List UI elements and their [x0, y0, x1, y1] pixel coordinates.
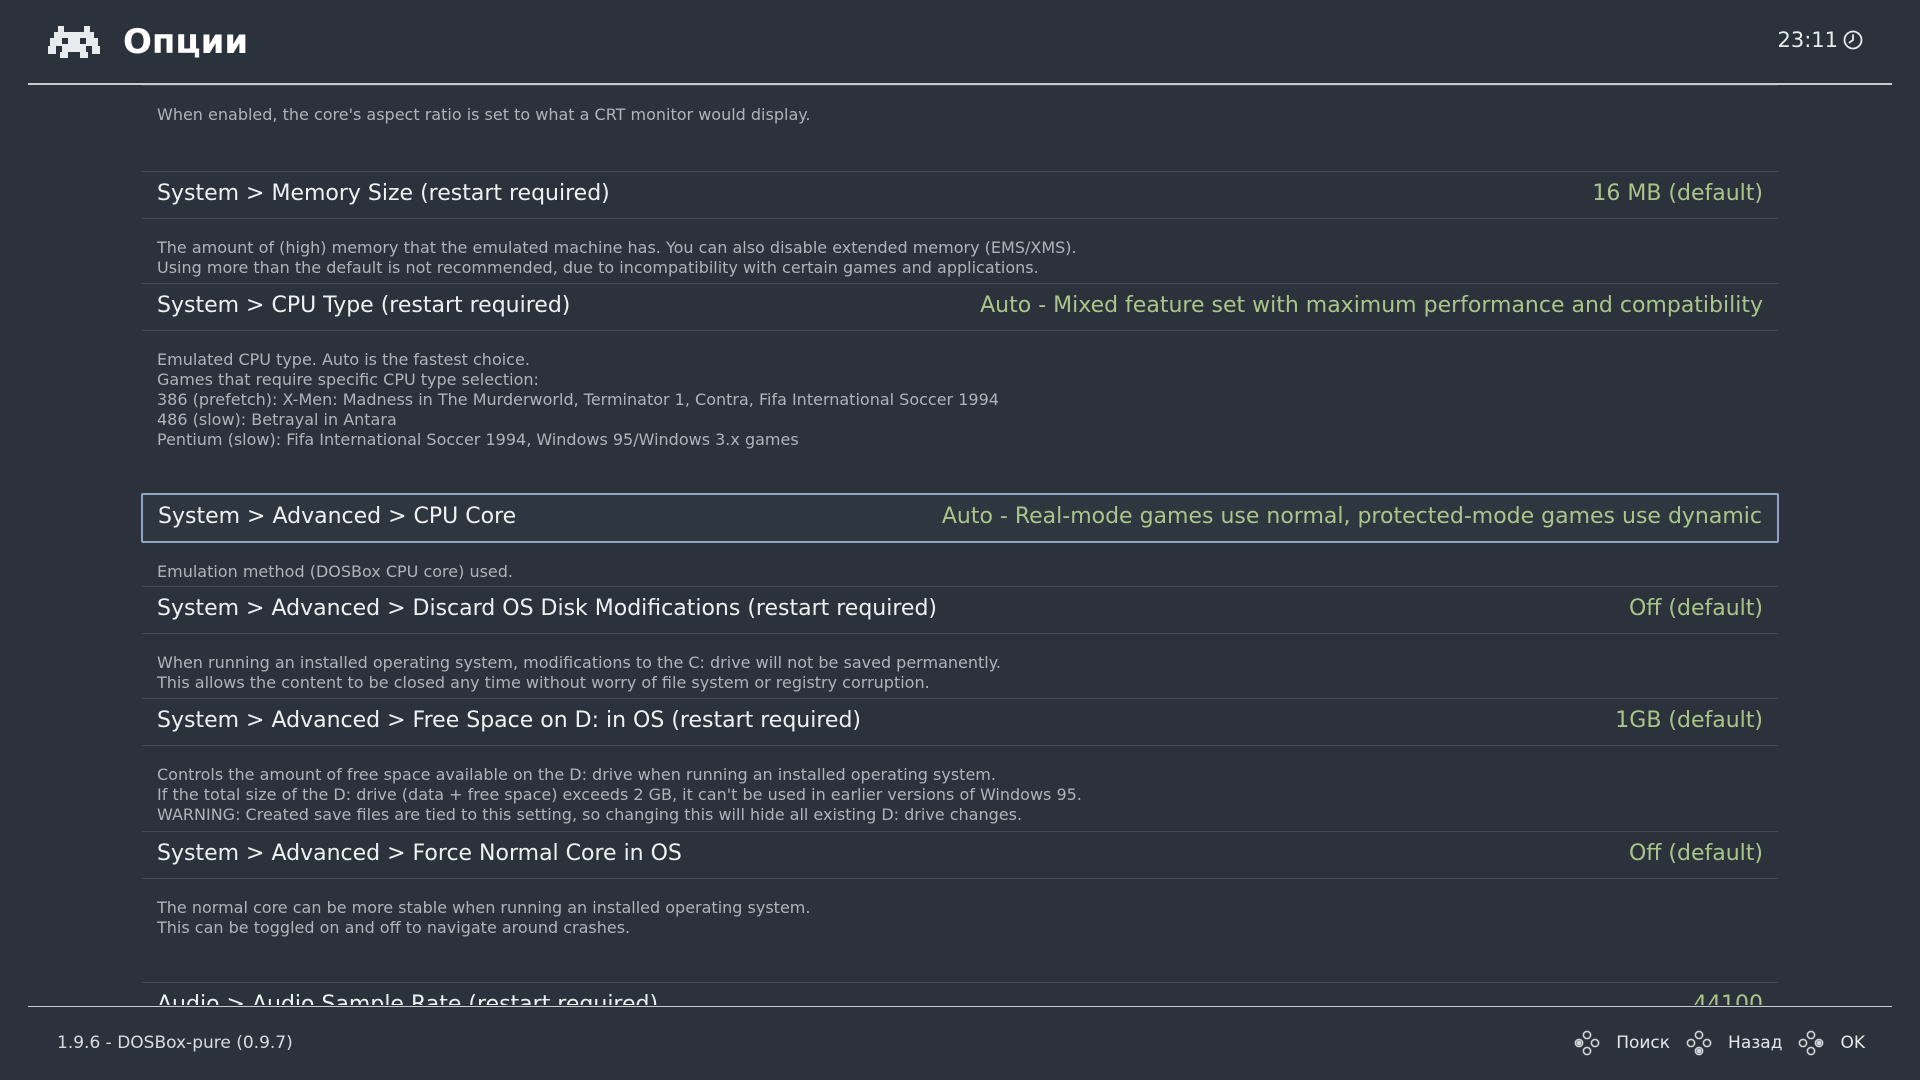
retroarch-invader-icon — [48, 26, 100, 58]
description-line: Games that require specific CPU type sel… — [157, 370, 539, 389]
footer-buttons: Поиск Назад OK — [1558, 1030, 1865, 1056]
clock-icon — [1843, 30, 1863, 50]
core-version: 1.9.6 - DOSBox-pure (0.9.7) — [57, 1033, 293, 1053]
option-force-normal-core[interactable]: System > Advanced > Force Normal Core in… — [142, 831, 1778, 938]
option-description: Emulation method (DOSBox CPU core) used. — [142, 543, 1778, 582]
clock-time: 23:11 — [1777, 28, 1838, 52]
option-value: 44100 — [1693, 992, 1763, 1005]
option-label: System > Advanced > CPU Core — [158, 504, 517, 529]
search-button[interactable]: Поиск — [1574, 1030, 1670, 1056]
option-label: System > Advanced > Force Normal Core in… — [157, 841, 682, 866]
page-title: Опции — [123, 22, 249, 62]
option-row[interactable] — [142, 85, 1778, 86]
description-line: WARNING: Created save files are tied to … — [157, 805, 1023, 824]
option-value: Auto - Mixed feature set with maximum pe… — [980, 293, 1763, 318]
option-free-space-d[interactable]: System > Advanced > Free Space on D: in … — [142, 698, 1778, 825]
description-line: The amount of (high) memory that the emu… — [157, 238, 1077, 257]
option-row[interactable]: System > Advanced > Discard OS Disk Modi… — [142, 586, 1778, 634]
gamepad-buttons-icon — [1574, 1030, 1600, 1056]
back-button-label: Назад — [1728, 1033, 1783, 1053]
option-label: System > Advanced > Discard OS Disk Modi… — [157, 596, 938, 621]
option-description: The amount of (high) memory that the emu… — [142, 219, 1778, 278]
description-line: Using more than the default is not recom… — [157, 258, 1039, 277]
search-button-label: Поиск — [1616, 1033, 1671, 1053]
description-line: If the total size of the D: drive (data … — [157, 785, 1082, 804]
gamepad-buttons-icon — [1686, 1030, 1712, 1056]
option-discard-os-disk-modifications[interactable]: System > Advanced > Discard OS Disk Modi… — [142, 586, 1778, 693]
description-line: The normal core can be more stable when … — [157, 898, 811, 917]
option-value: Off (default) — [1628, 841, 1763, 866]
ok-button-label: OK — [1840, 1033, 1865, 1053]
option-value: Auto - Real-mode games use normal, prote… — [941, 504, 1762, 529]
option-row[interactable]: System > Advanced > Free Space on D: in … — [142, 698, 1778, 746]
description-line: When enabled, the core's aspect ratio is… — [157, 105, 811, 124]
description-line: 486 (slow): Betrayal in Antara — [157, 410, 397, 429]
option-row[interactable]: System > Memory Size (restart required) … — [142, 171, 1778, 219]
option-label: System > Memory Size (restart required) — [157, 181, 610, 206]
description-line: Controls the amount of free space availa… — [157, 765, 996, 784]
option-value: 1GB (default) — [1615, 708, 1763, 733]
option-description: The normal core can be more stable when … — [142, 879, 1778, 938]
option-row[interactable]: System > Advanced > Force Normal Core in… — [142, 831, 1778, 879]
option-row-selected[interactable]: System > Advanced > CPU Core Auto - Real… — [141, 493, 1779, 543]
option-crt-aspect-ratio[interactable]: When enabled, the core's aspect ratio is… — [142, 85, 1778, 125]
option-description: Emulated CPU type. Auto is the fastest c… — [142, 331, 1778, 450]
option-description: When enabled, the core's aspect ratio is… — [142, 86, 1778, 125]
option-cpu-type[interactable]: System > CPU Type (restart required) Aut… — [142, 283, 1778, 450]
options-list[interactable]: When enabled, the core's aspect ratio is… — [0, 85, 1920, 1005]
option-label: System > Advanced > Free Space on D: in … — [157, 708, 861, 733]
option-description: When running an installed operating syst… — [142, 634, 1778, 693]
option-description: Controls the amount of free space availa… — [142, 746, 1778, 825]
description-line: When running an installed operating syst… — [157, 653, 1001, 672]
description-line: Pentium (slow): Fifa International Socce… — [157, 430, 799, 449]
option-memory-size[interactable]: System > Memory Size (restart required) … — [142, 171, 1778, 278]
footer-divider — [28, 1006, 1892, 1007]
description-line: This allows the content to be closed any… — [157, 673, 930, 692]
header: Опции 23:11 — [0, 0, 1920, 84]
description-line: Emulation method (DOSBox CPU core) used. — [157, 562, 513, 581]
ok-button[interactable]: OK — [1798, 1030, 1865, 1056]
option-row[interactable]: Audio > Audio Sample Rate (restart requi… — [142, 982, 1778, 1005]
option-label: Audio > Audio Sample Rate (restart requi… — [157, 992, 659, 1005]
description-line: 386 (prefetch): X-Men: Madness in The Mu… — [157, 390, 999, 409]
clock: 23:11 — [1777, 28, 1864, 52]
description-line: Emulated CPU type. Auto is the fastest c… — [157, 350, 530, 369]
option-audio-sample-rate[interactable]: Audio > Audio Sample Rate (restart requi… — [142, 982, 1778, 1005]
gamepad-buttons-icon — [1799, 1030, 1824, 1056]
back-button[interactable]: Назад — [1686, 1030, 1782, 1056]
option-label: System > CPU Type (restart required) — [157, 293, 571, 318]
description-line: This can be toggled on and off to naviga… — [157, 918, 631, 937]
option-cpu-core[interactable]: System > Advanced > CPU Core Auto - Real… — [141, 493, 1779, 582]
option-value: Off (default) — [1628, 596, 1763, 621]
option-row[interactable]: System > CPU Type (restart required) Aut… — [142, 283, 1778, 331]
option-value: 16 MB (default) — [1592, 181, 1763, 206]
